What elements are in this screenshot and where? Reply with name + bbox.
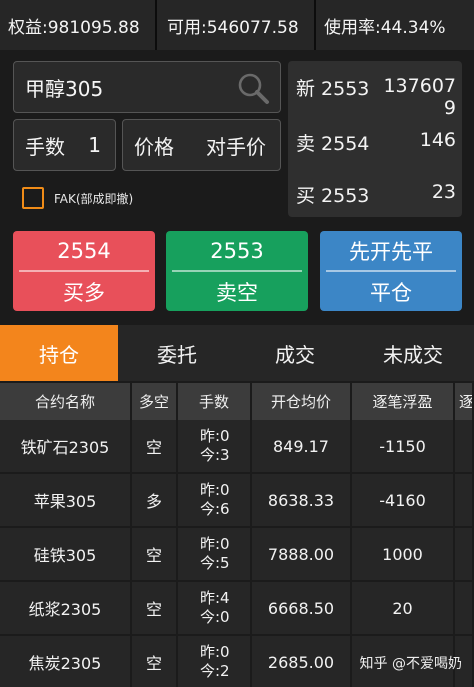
- fak-checkbox[interactable]: FAK(部成即撤): [22, 187, 133, 209]
- price-type-value: 对手价: [206, 134, 266, 159]
- contract-cell: 纸浆2305: [0, 582, 132, 634]
- buy-long-button[interactable]: 2554 买多: [13, 231, 155, 311]
- avg-price-cell: 8638.33: [252, 474, 352, 526]
- yesterday-volume: 昨:4: [200, 589, 230, 607]
- column-header[interactable]: 逐笔浮盈: [352, 383, 455, 420]
- direction-cell: 空: [132, 420, 178, 472]
- position-tabs: 持仓 委托 成交 未成交: [0, 325, 474, 381]
- table-row[interactable]: 硅铁305 空 昨:0 今:5 7888.00 1000: [0, 528, 474, 580]
- quantity-field[interactable]: 手数 1: [13, 119, 116, 171]
- column-header[interactable]: 多空: [132, 383, 178, 420]
- last-volume-line1: 137607: [383, 75, 456, 97]
- table-header: 合约名称 多空 手数 开仓均价 逐笔浮盈 逐: [0, 383, 474, 420]
- last-volume-line2: 9: [443, 97, 456, 119]
- yesterday-volume: 昨:0: [200, 427, 230, 445]
- today-volume: 今:2: [200, 662, 230, 680]
- volume-cell: 昨:4 今:0: [178, 582, 252, 634]
- tab-positions[interactable]: 持仓: [0, 325, 118, 381]
- table-row[interactable]: 纸浆2305 空 昨:4 今:0 6668.50 20: [0, 582, 474, 634]
- avg-price-cell: 7888.00: [252, 528, 352, 580]
- ask-price-label: 卖 2554: [296, 133, 370, 155]
- column-header[interactable]: 手数: [178, 383, 252, 420]
- yesterday-volume: 昨:0: [200, 643, 230, 661]
- volume-cell: 昨:0 今:3: [178, 420, 252, 472]
- search-icon[interactable]: [236, 71, 270, 105]
- equity-text: 权益:981095.88: [8, 17, 140, 38]
- checkbox-box[interactable]: [22, 187, 44, 209]
- extra-cell: [455, 420, 474, 472]
- price-label: 价格: [134, 134, 174, 159]
- tab-orders[interactable]: 委托: [118, 325, 236, 381]
- sell-label: 卖空: [216, 280, 258, 305]
- direction-cell: 空: [132, 528, 178, 580]
- contract-cell: 焦炭2305: [0, 636, 132, 687]
- usage-text: 使用率:44.34%: [324, 17, 446, 38]
- extra-cell: [455, 582, 474, 634]
- pnl-cell: -1150: [352, 420, 455, 472]
- buy-price: 2554: [57, 238, 111, 263]
- tab-trades[interactable]: 成交: [236, 325, 354, 381]
- volume-cell: 昨:0 今:2: [178, 636, 252, 687]
- contract-search-input[interactable]: 甲醇305: [13, 61, 281, 113]
- extra-cell: [455, 474, 474, 526]
- extra-cell: [455, 528, 474, 580]
- close-label: 平仓: [370, 280, 412, 305]
- price-field[interactable]: 价格 对手价: [122, 119, 281, 171]
- buy-label: 买多: [63, 280, 105, 305]
- quantity-value: 1: [88, 133, 101, 157]
- today-volume: 今:0: [200, 608, 230, 626]
- volume-cell: 昨:0 今:5: [178, 528, 252, 580]
- table-row[interactable]: 铁矿石2305 空 昨:0 今:3 849.17 -1150: [0, 420, 474, 472]
- pnl-cell: 1000: [352, 528, 455, 580]
- close-position-button[interactable]: 先开先平 平仓: [320, 231, 462, 311]
- today-volume: 今:6: [200, 500, 230, 518]
- ask-volume: 146: [419, 129, 456, 151]
- contract-name: 甲醇305: [25, 76, 104, 101]
- sell-short-button[interactable]: 2553 卖空: [166, 231, 308, 311]
- pnl-cell: 20: [352, 582, 455, 634]
- last-price-row: 新 2553 137607 9: [296, 75, 456, 119]
- contract-cell: 苹果305: [0, 474, 132, 526]
- bid-price-label: 买 2553: [296, 185, 370, 207]
- contract-cell: 硅铁305: [0, 528, 132, 580]
- direction-cell: 空: [132, 636, 178, 687]
- watermark: 知乎 @不爱喝奶: [359, 656, 462, 672]
- direction-cell: 多: [132, 474, 178, 526]
- quote-panel: 新 2553 137607 9 卖 2554 146 买 2553 23: [288, 61, 462, 217]
- account-bar: 权益:981095.88 可用:546077.58 使用率:44.34%: [0, 0, 474, 50]
- volume-cell: 昨:0 今:6: [178, 474, 252, 526]
- bid-row: 买 2553 23: [296, 181, 456, 208]
- avg-price-cell: 2685.00: [252, 636, 352, 687]
- tab-pending[interactable]: 未成交: [354, 325, 472, 381]
- available-text: 可用:546077.58: [167, 17, 299, 38]
- bid-volume: 23: [431, 181, 456, 203]
- contract-cell: 铁矿石2305: [0, 420, 132, 472]
- avg-price-cell: 849.17: [252, 420, 352, 472]
- pnl-cell: -4160: [352, 474, 455, 526]
- table-row[interactable]: 苹果305 多 昨:0 今:6 8638.33 -4160: [0, 474, 474, 526]
- fak-label: FAK(部成即撤): [54, 191, 134, 206]
- yesterday-volume: 昨:0: [200, 535, 230, 553]
- today-volume: 今:3: [200, 446, 230, 464]
- column-header[interactable]: 开仓均价: [252, 383, 352, 420]
- column-header[interactable]: 逐: [455, 383, 474, 420]
- ask-row: 卖 2554 146: [296, 129, 456, 156]
- today-volume: 今:5: [200, 554, 230, 572]
- quantity-label: 手数: [25, 134, 65, 159]
- direction-cell: 空: [132, 582, 178, 634]
- last-price-label: 新 2553: [296, 78, 370, 100]
- avg-price-cell: 6668.50: [252, 582, 352, 634]
- close-mode: 先开先平: [349, 239, 433, 264]
- column-header[interactable]: 合约名称: [0, 383, 132, 420]
- yesterday-volume: 昨:0: [200, 481, 230, 499]
- sell-price: 2553: [210, 238, 264, 263]
